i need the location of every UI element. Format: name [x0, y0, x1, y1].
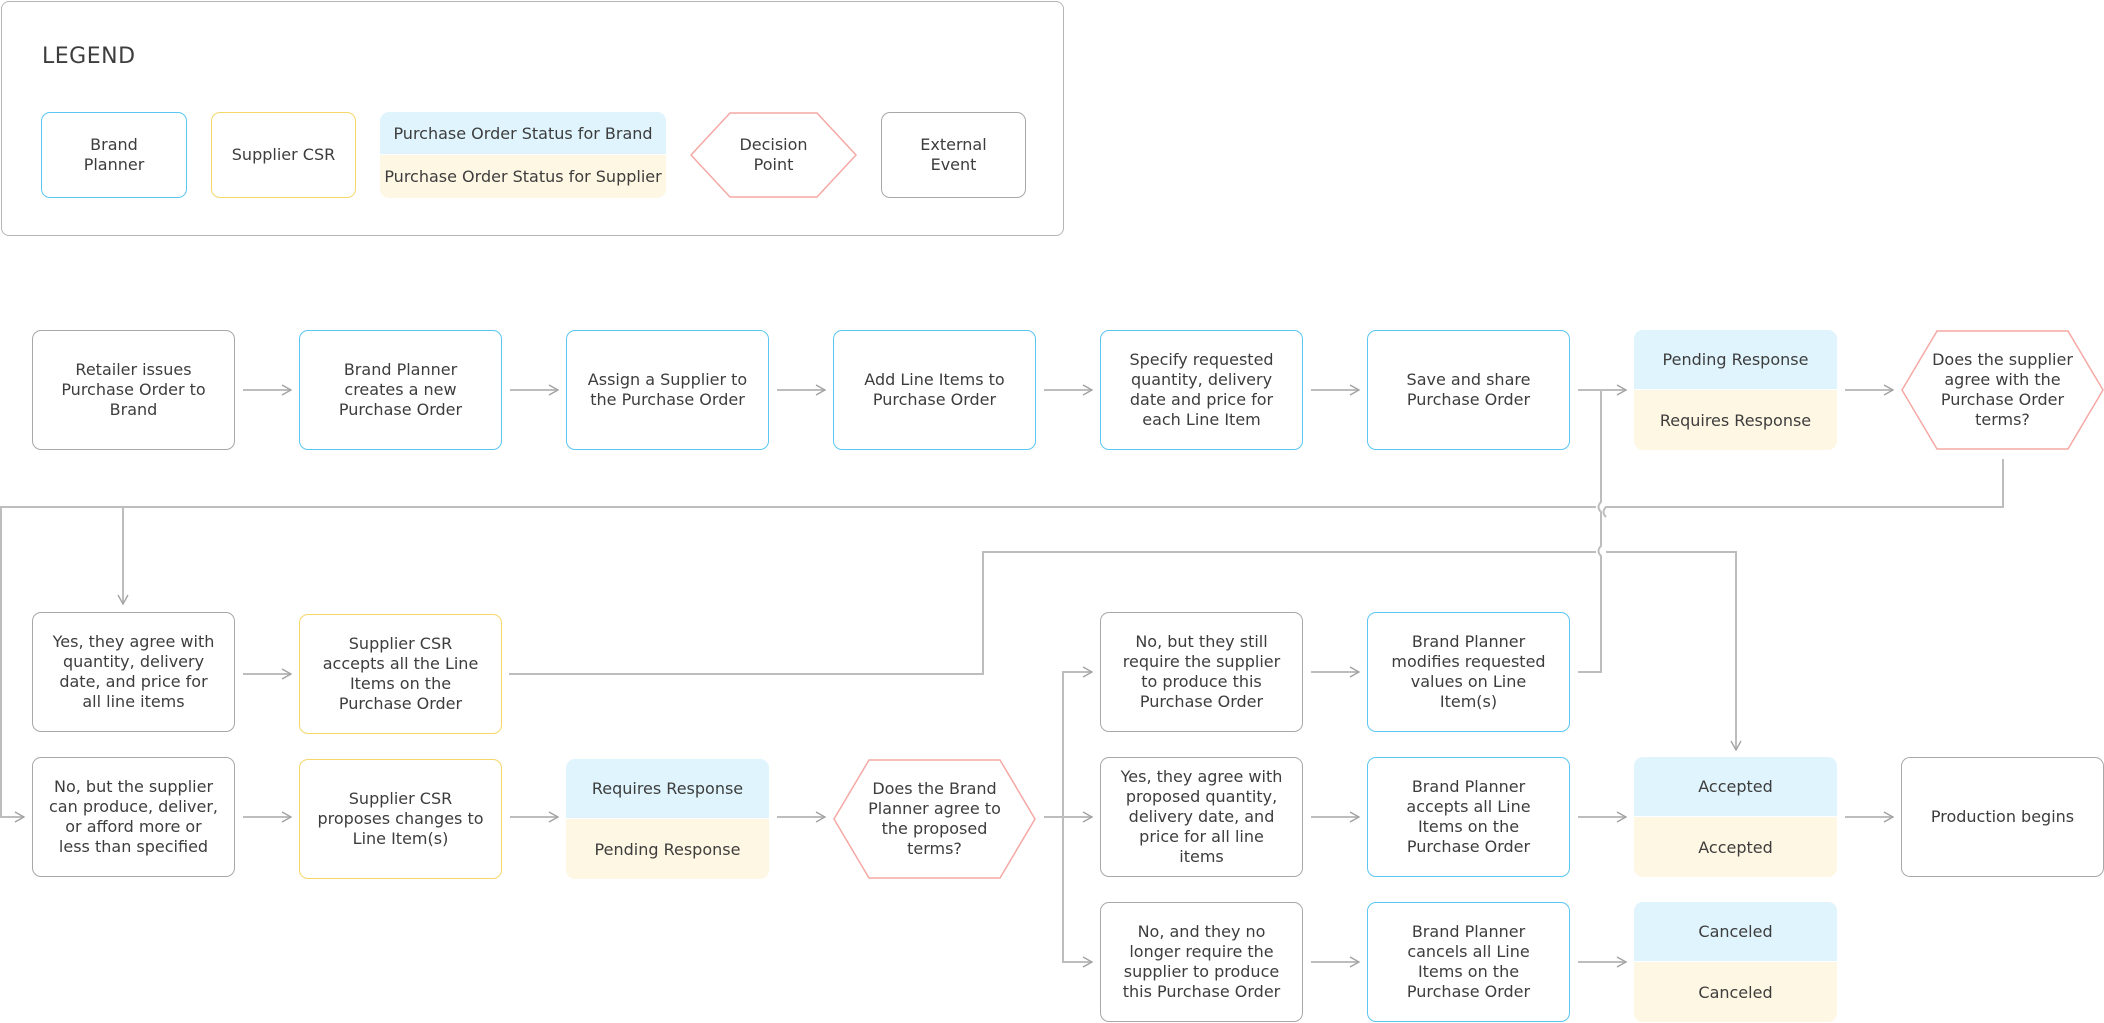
legend-status: Purchase Order Status for Brand Purchase…: [380, 112, 666, 198]
node-assign-supplier-label: Assign a Supplier to the Purchase Order: [587, 370, 748, 409]
node-specify-values-label: Specify requested quantity, delivery dat…: [1129, 350, 1274, 429]
status-supplier: Requires Response: [1634, 390, 1837, 450]
legend-decision-point: Decision Point: [690, 112, 857, 198]
node-supplier-accepts: Supplier CSR accepts all the Line Items …: [299, 614, 502, 734]
status-brand: Canceled: [1634, 902, 1837, 962]
legend-status-brand: Purchase Order Status for Brand: [380, 112, 666, 155]
decision-supplier-agree-label: Does the supplier agree with the Purchas…: [1932, 350, 2073, 429]
legend-brand-planner-label: Brand Planner: [83, 135, 145, 174]
node-brand-modifies-label: Brand Planner modifies requested values …: [1391, 632, 1546, 711]
node-brand-accepts-label: Brand Planner accepts all Line Items on …: [1406, 777, 1531, 856]
node-specify-values: Specify requested quantity, delivery dat…: [1100, 330, 1303, 450]
node-brand-accept-condition: Yes, they agree with proposed quantity, …: [1100, 757, 1303, 877]
node-brand-creates: Brand Planner creates a new Purchase Ord…: [299, 330, 502, 450]
node-save-share-label: Save and share Purchase Order: [1406, 370, 1531, 409]
status-requires-response: Requires Response Pending Response: [566, 759, 769, 879]
node-production-begins: Production begins: [1901, 757, 2104, 877]
node-brand-accept-condition-label: Yes, they agree with proposed quantity, …: [1120, 767, 1283, 866]
node-brand-cancel-condition: No, and they no longer require the suppl…: [1100, 902, 1303, 1022]
node-supplier-accepts-label: Supplier CSR accepts all the Line Items …: [322, 634, 479, 713]
node-brand-modifies: Brand Planner modifies requested values …: [1367, 612, 1570, 732]
node-retailer-issues-label: Retailer issues Purchase Order to Brand: [61, 360, 206, 419]
node-brand-cancels: Brand Planner cancels all Line Items on …: [1367, 902, 1570, 1022]
node-supplier-yes: Yes, they agree with quantity, delivery …: [32, 612, 235, 732]
status-canceled: Canceled Canceled: [1634, 902, 1837, 1022]
node-brand-cancel-condition-label: No, and they no longer require the suppl…: [1122, 922, 1281, 1001]
node-assign-supplier: Assign a Supplier to the Purchase Order: [566, 330, 769, 450]
decision-brand-agree-label: Does the Brand Planner agree to the prop…: [868, 779, 1001, 858]
node-supplier-proposes: Supplier CSR proposes changes to Line It…: [299, 759, 502, 879]
status-accepted: Accepted Accepted: [1634, 757, 1837, 877]
status-brand: Requires Response: [566, 759, 769, 819]
legend-supplier-csr-label: Supplier CSR: [231, 145, 336, 164]
legend-status-supplier: Purchase Order Status for Supplier: [380, 155, 666, 198]
branch-down: [1062, 817, 1094, 968]
node-brand-modify-condition: No, but they still require the supplier …: [1100, 612, 1303, 732]
status-supplier: Canceled: [1634, 962, 1837, 1022]
node-brand-accepts: Brand Planner accepts all Line Items on …: [1367, 757, 1570, 877]
node-supplier-no: No, but the supplier can produce, delive…: [32, 757, 235, 877]
legend-external-event: External Event: [881, 112, 1026, 198]
node-brand-modify-condition-label: No, but they still require the supplier …: [1122, 632, 1281, 711]
legend-decision-point-label: Decision Point: [739, 135, 808, 174]
legend-title: LEGEND: [42, 44, 136, 69]
branch-up: [1062, 666, 1094, 962]
modify-loop: [1578, 390, 1602, 673]
node-supplier-no-label: No, but the supplier can produce, delive…: [49, 777, 218, 856]
status-brand: Accepted: [1634, 757, 1837, 817]
node-supplier-proposes-label: Supplier CSR proposes changes to Line It…: [317, 789, 484, 848]
legend-supplier-csr: Supplier CSR: [211, 112, 356, 198]
node-supplier-yes-label: Yes, they agree with quantity, delivery …: [52, 632, 215, 711]
status-pending: Pending Response Requires Response: [1634, 330, 1837, 450]
node-add-line-items-label: Add Line Items to Purchase Order: [864, 370, 1005, 409]
decision-brand-agree: Does the Brand Planner agree to the prop…: [833, 759, 1036, 879]
node-save-share: Save and share Purchase Order: [1367, 330, 1570, 450]
node-retailer-issues: Retailer issues Purchase Order to Brand: [32, 330, 235, 450]
status-supplier: Accepted: [1634, 817, 1837, 877]
node-add-line-items: Add Line Items to Purchase Order: [833, 330, 1036, 450]
node-brand-cancels-label: Brand Planner cancels all Line Items on …: [1406, 922, 1531, 1001]
legend-external-event-label: External Event: [920, 135, 987, 174]
status-supplier: Pending Response: [566, 819, 769, 879]
node-production-begins-label: Production begins: [1930, 807, 2075, 826]
node-brand-creates-label: Brand Planner creates a new Purchase Ord…: [338, 360, 463, 419]
decision-supplier-agree: Does the supplier agree with the Purchas…: [1901, 330, 2104, 450]
legend-brand-planner: Brand Planner: [41, 112, 187, 198]
status-brand: Pending Response: [1634, 330, 1837, 390]
